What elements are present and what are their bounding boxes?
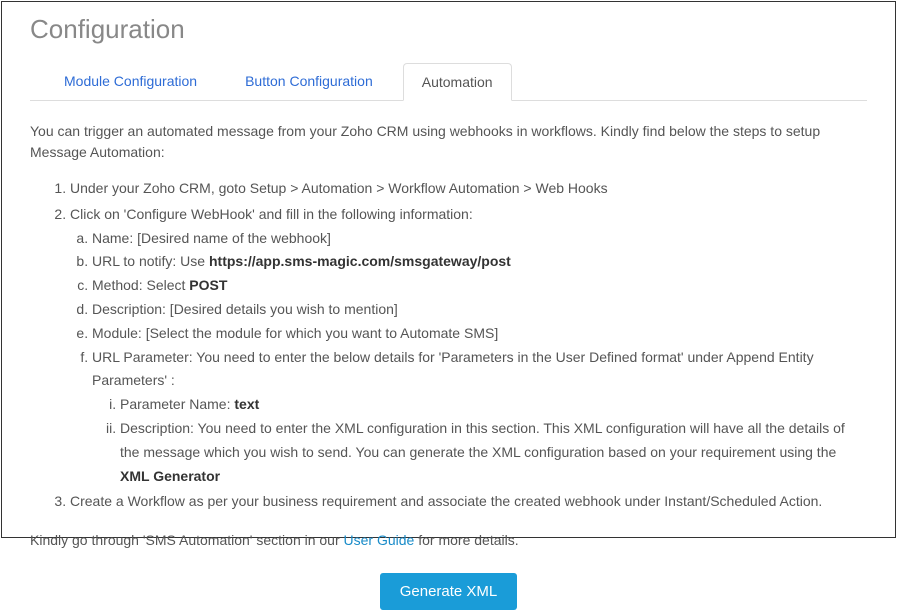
sub-e: Module: [Select the module for which you… (92, 322, 867, 346)
step-2-text: Click on 'Configure WebHook' and fill in… (70, 206, 473, 222)
page-title: Configuration (30, 14, 867, 45)
step-2: Click on 'Configure WebHook' and fill in… (70, 203, 867, 489)
tab-button-configuration[interactable]: Button Configuration (227, 63, 391, 100)
tab-module-configuration[interactable]: Module Configuration (46, 63, 215, 100)
button-row: Generate XML (30, 573, 867, 610)
inner-i: Parameter Name: text (120, 393, 867, 417)
sub-a: Name: [Desired name of the webhook] (92, 227, 867, 251)
steps-list: Under your Zoho CRM, goto Setup > Automa… (30, 177, 867, 514)
step-2-sublist: Name: [Desired name of the webhook] URL … (70, 227, 867, 489)
footer-post: for more details. (414, 532, 518, 548)
step-1: Under your Zoho CRM, goto Setup > Automa… (70, 177, 867, 201)
config-panel: Configuration Module Configuration Butto… (1, 1, 896, 538)
sub-c-pre: Method: Select (92, 277, 189, 293)
tabs: Module Configuration Button Configuratio… (30, 63, 867, 101)
sub-b-pre: URL to notify: Use (92, 253, 209, 269)
sub-c: Method: Select POST (92, 274, 867, 298)
inner-i-pre: Parameter Name: (120, 396, 234, 412)
footer-pre: Kindly go through 'SMS Automation' secti… (30, 532, 344, 548)
user-guide-link[interactable]: User Guide (344, 532, 415, 548)
step-3: Create a Workflow as per your business r… (70, 490, 867, 514)
inner-ii: Description: You need to enter the XML c… (120, 417, 867, 488)
sub-c-method: POST (189, 277, 227, 293)
sub-f-text: URL Parameter: You need to enter the bel… (92, 349, 814, 389)
sub-f-inner: Parameter Name: text Description: You ne… (92, 393, 867, 488)
inner-ii-xml: XML Generator (120, 468, 220, 484)
sub-d: Description: [Desired details you wish t… (92, 298, 867, 322)
sub-b: URL to notify: Use https://app.sms-magic… (92, 250, 867, 274)
inner-i-param: text (234, 396, 259, 412)
generate-xml-button[interactable]: Generate XML (380, 573, 518, 610)
sub-b-url: https://app.sms-magic.com/smsgateway/pos… (209, 253, 511, 269)
sub-f: URL Parameter: You need to enter the bel… (92, 346, 867, 489)
tab-automation[interactable]: Automation (403, 63, 512, 101)
footer-text: Kindly go through 'SMS Automation' secti… (30, 530, 867, 551)
intro-text: You can trigger an automated message fro… (30, 121, 867, 163)
inner-ii-pre: Description: You need to enter the XML c… (120, 420, 845, 460)
